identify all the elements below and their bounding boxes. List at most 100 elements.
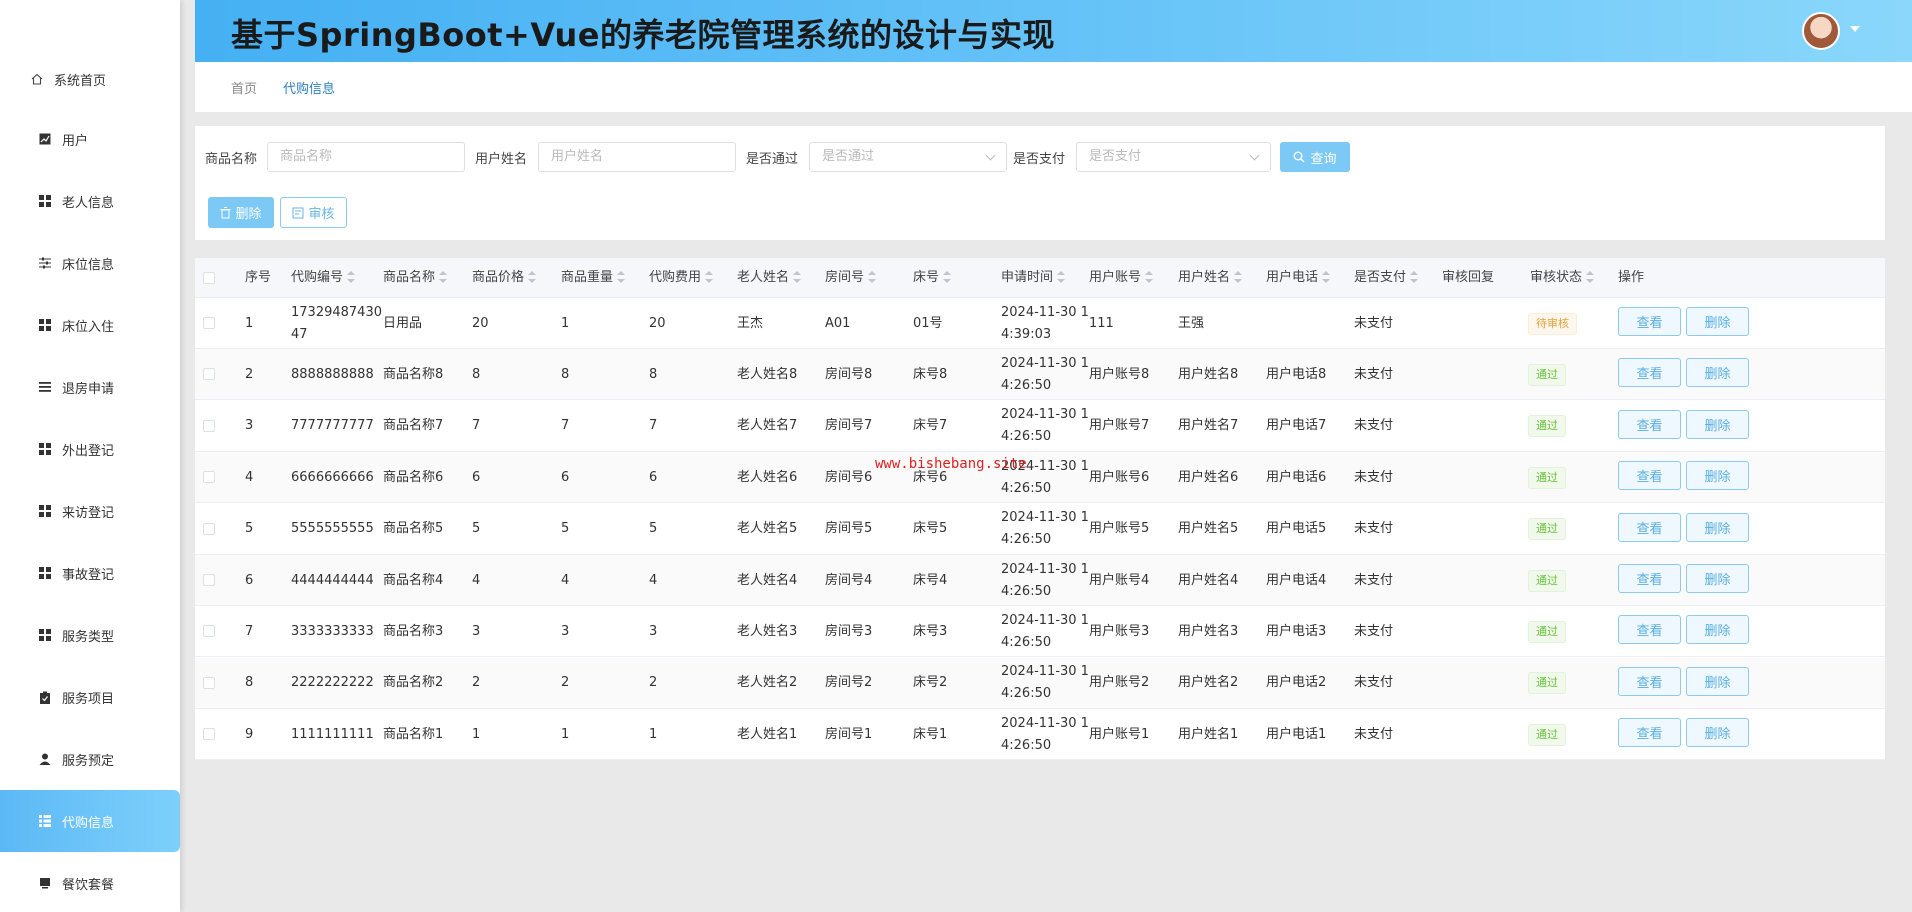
sort-icon[interactable] <box>1145 270 1154 283</box>
cell-time: 2024-11-30 1 4:26:50 <box>1001 349 1089 400</box>
row-checkbox[interactable] <box>203 419 215 432</box>
paid-select[interactable]: 是否支付 <box>1076 142 1271 172</box>
user-name-input[interactable]: 用户姓名 <box>538 142 736 172</box>
sidebar-item-label: 来访登记 <box>62 505 115 521</box>
column-header[interactable]: 用户姓名 <box>1178 258 1243 298</box>
row-checkbox[interactable] <box>203 368 215 381</box>
sort-icon[interactable] <box>439 270 448 283</box>
column-header[interactable]: 用户电话 <box>1266 258 1331 298</box>
delete-button[interactable]: 删除 <box>1686 564 1749 593</box>
column-header[interactable]: 商品价格 <box>472 258 537 298</box>
sidebar-item-12[interactable]: 代购信息 <box>0 790 180 852</box>
delete-button[interactable]: 删除 <box>1686 409 1749 439</box>
sort-icon[interactable] <box>1322 270 1331 283</box>
column-header[interactable]: 房间号 <box>825 258 877 298</box>
cell-weight: 3 <box>561 606 569 657</box>
cell-code: 7777777777 <box>291 401 374 452</box>
cell-price: 3 <box>472 606 480 657</box>
sidebar-item-4[interactable]: 床位入住 <box>0 294 180 356</box>
view-button[interactable]: 查看 <box>1618 718 1681 748</box>
sort-icon[interactable] <box>943 270 952 283</box>
column-header[interactable]: 商品名称 <box>383 258 448 298</box>
sort-icon[interactable] <box>1410 270 1419 283</box>
approved-label: 是否通过 <box>746 152 799 167</box>
sort-icon[interactable] <box>617 270 626 283</box>
sidebar-item-0[interactable]: 系统首页 <box>0 48 180 110</box>
delete-button[interactable]: 删除 <box>1686 307 1749 336</box>
select-all-checkbox[interactable] <box>203 272 215 284</box>
batch-delete-button[interactable]: 删除 <box>208 197 274 228</box>
chevron-down-icon[interactable] <box>1850 26 1860 32</box>
row-checkbox[interactable] <box>203 625 215 638</box>
audit-button[interactable]: 审核 <box>280 197 347 228</box>
row-checkbox[interactable] <box>203 522 215 535</box>
cell-weight: 6 <box>561 452 569 503</box>
query-button[interactable]: 查询 <box>1280 142 1350 172</box>
status-badge: 通过 <box>1528 415 1566 438</box>
delete-button[interactable]: 删除 <box>1686 718 1749 748</box>
cell-text: 1 <box>649 726 658 742</box>
column-header[interactable]: 老人姓名 <box>737 258 802 298</box>
user-avatar[interactable] <box>1802 12 1840 50</box>
view-button[interactable]: 查看 <box>1618 409 1681 439</box>
sidebar-item-11[interactable]: 服务预定 <box>0 728 180 790</box>
view-button[interactable]: 查看 <box>1618 615 1681 645</box>
product-name-input[interactable]: 商品名称 <box>267 142 465 172</box>
cell-line: 4:26:50 <box>1001 583 1052 599</box>
sidebar-item-7[interactable]: 来访登记 <box>0 480 180 542</box>
column-header[interactable]: 商品重量 <box>561 258 626 298</box>
sort-icon[interactable] <box>793 270 802 283</box>
cell-line: 4:26:50 <box>1001 429 1052 445</box>
cell-text: 老人姓名4 <box>737 572 798 588</box>
sort-icon[interactable] <box>347 270 356 283</box>
approved-select[interactable]: 是否通过 <box>809 142 1007 172</box>
column-header[interactable]: 床号 <box>913 258 952 298</box>
sidebar-item-10[interactable]: 服务项目 <box>0 666 180 728</box>
view-button[interactable]: 查看 <box>1618 564 1681 593</box>
sidebar-item-9[interactable]: 服务类型 <box>0 604 180 666</box>
sidebar-item-1[interactable]: 用户 <box>0 108 180 170</box>
breadcrumb-home[interactable]: 首页 <box>231 78 257 97</box>
sort-icon[interactable] <box>528 270 537 283</box>
column-header[interactable]: 用户账号 <box>1089 258 1154 298</box>
delete-button[interactable]: 删除 <box>1686 461 1749 491</box>
sidebar-item-5[interactable]: 退房申请 <box>0 356 180 418</box>
delete-button[interactable]: 删除 <box>1686 512 1749 542</box>
sort-icon[interactable] <box>1057 270 1066 283</box>
sort-icon[interactable] <box>1234 270 1243 283</box>
sort-icon[interactable] <box>868 270 877 283</box>
view-button[interactable]: 查看 <box>1618 307 1681 336</box>
column-header-label: 床号 <box>913 270 940 285</box>
sidebar-item-6[interactable]: 外出登记 <box>0 418 180 480</box>
column-header[interactable]: 申请时间 <box>1001 258 1066 298</box>
row-checkbox[interactable] <box>203 574 215 586</box>
view-button[interactable]: 查看 <box>1618 666 1681 696</box>
delete-button[interactable]: 删除 <box>1686 666 1749 696</box>
column-header[interactable]: 是否支付 <box>1354 258 1419 298</box>
sidebar-item-13[interactable]: 餐饮套餐 <box>0 852 180 912</box>
cell-room: 房间号2 <box>825 658 872 709</box>
delete-button[interactable]: 删除 <box>1686 358 1749 388</box>
cell-bed: 床号4 <box>913 555 947 606</box>
row-checkbox[interactable] <box>203 728 215 741</box>
row-checkbox[interactable] <box>203 317 215 329</box>
cell-status: 通过 <box>1528 401 1566 452</box>
row-checkbox[interactable] <box>203 471 215 484</box>
view-button[interactable]: 查看 <box>1618 461 1681 491</box>
sidebar-item-8[interactable]: 事故登记 <box>0 542 180 604</box>
column-header[interactable]: 审核状态 <box>1530 258 1595 298</box>
column-header[interactable]: 代购编号 <box>291 258 356 298</box>
sidebar-item-2[interactable]: 老人信息 <box>0 170 180 232</box>
view-button[interactable]: 查看 <box>1618 358 1681 388</box>
cell-text: 老人姓名2 <box>737 675 798 691</box>
column-header[interactable]: 代购费用 <box>649 258 714 298</box>
sort-icon[interactable] <box>1586 270 1595 283</box>
delete-button[interactable]: 删除 <box>1686 615 1749 645</box>
sidebar-item-3[interactable]: 床位信息 <box>0 232 180 294</box>
view-button[interactable]: 查看 <box>1618 512 1681 542</box>
sort-icon[interactable] <box>705 270 714 283</box>
cell-status: 通过 <box>1528 452 1566 503</box>
sidebar: 系统首页 用户 老人信息 床位信息 床位入住 退房申请 外出登记 来访登记 事故登记 服务类型 服务… <box>0 0 180 912</box>
cell-index: 5 <box>245 504 253 555</box>
row-checkbox[interactable] <box>203 676 215 689</box>
